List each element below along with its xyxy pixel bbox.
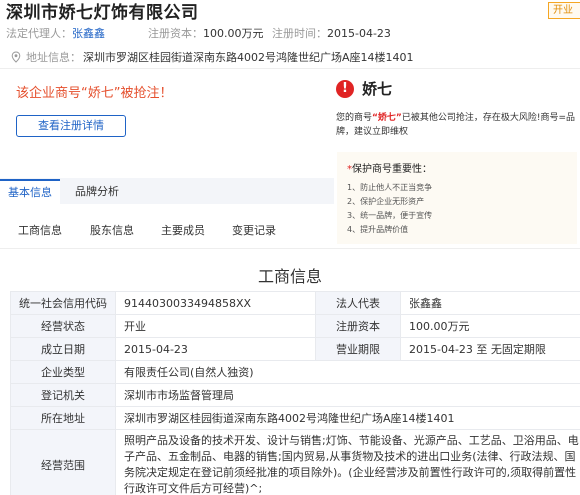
address-row: 地址信息： 深圳市罗湖区桂园街道深南东路4002号鸿隆世纪广场A座14楼1401 [10,49,414,65]
legal-rep-label: 法定代理人： [6,27,72,40]
subtab-divider [0,248,580,249]
alert-desc-prefix: 您的商号 [336,113,373,123]
table-row: 经营范围 照明产品及设备的技术开发、设计与销售;灯饰、节能设备、光源产品、工艺品… [10,429,580,495]
date-label: 注册时间： [272,27,327,40]
alert-trade-name: 娇七 [362,80,393,98]
protect-item: 4、提升品牌价值 [347,225,409,234]
protect-item: 3、统一品牌，便于宣传 [347,211,433,220]
protect-title: *保护商号重要性： [347,164,432,175]
section-title: 工商信息 [257,267,322,286]
protect-item: 1、防止他人不正当竞争 [347,183,433,192]
status-value: 开业 [115,314,316,338]
scope-label: 经营范围 [10,429,116,495]
capital-cell-label: 注册资本 [315,314,401,338]
table-row: 统一社会信用代码 914403003349485​8XX 法人代表 张鑫鑫 [10,291,580,315]
status-label: 经营状态 [10,314,116,338]
term-label: 营业期限 [315,337,401,361]
trademark-alert: ! 娇七 您的商号“娇七”已被其他公司抢注，存在极大风险!商号=品牌，建议立即维… [336,78,580,139]
scope-value: 照明产品及设备的技术开发、设计与销售;灯饰、节能设备、光源产品、工艺品、卫浴用品… [115,429,580,495]
credit-code-label: 统一社会信用代码 [10,291,116,315]
type-label: 企业类型 [10,360,116,384]
protect-item: 2、保护企业无形资产 [347,197,425,206]
address-label: 地址信息： [26,51,81,64]
address-value: 深圳市罗湖区桂园街道深南东路4002号鸿隆世纪广场A座14楼1401 [83,51,414,64]
exclamation-icon: ! [336,79,354,98]
table-row: 经营状态 开业 注册资本 100.00万元 [10,314,580,338]
authority-label: 登记机关 [10,383,116,407]
date-value: 2015-04-23 [327,27,391,40]
legal-rep-meta: 法定代理人：张鑫鑫 [6,25,105,41]
term-value: 2015-04-23 至 无固定期限 [400,337,580,361]
authority-value: 深圳市市场监督管理局 [115,383,580,407]
trademark-warning: 该企业商号“娇七”被抢注！ [16,86,173,101]
address-cell-label: 所在地址 [10,406,116,430]
capital-cell-value: 100.00万元 [400,314,580,338]
table-row: 企业类型 有限责任公司(自然人独资) [10,360,580,384]
type-value: 有限责任公司(自然人独资) [115,360,580,384]
capital-meta: 注册资本：100.00万元 [148,25,264,41]
tab-brand-analysis[interactable]: 品牌分析 [66,179,128,204]
subtab-shareholders[interactable]: 股东信息 [90,222,134,238]
date-meta: 注册时间：2015-04-23 [272,25,391,41]
table-row: 登记机关 深圳市市场监督管理局 [10,383,580,407]
company-name: 深圳市娇七灯饰有限公司 [6,3,199,23]
alert-description: 您的商号“娇七”已被其他公司抢注，存在极大风险!商号=品牌，建议立即维权 [336,111,576,139]
table-row: 成立日期 2015-04-23 营业期限 2015-04-23 至 无固定期限 [10,337,580,361]
protect-trademark-panel: *保护商号重要性： 1、防止他人不正当竞争 2、保护企业无形资产 3、统一品牌，… [337,152,577,244]
status-badge: 开业 [548,2,580,19]
legal-rep-cell-value: 张鑫鑫 [400,291,580,315]
credit-code-value: 914403003349485​8XX [115,291,316,315]
legal-rep-link[interactable]: 张鑫鑫 [72,27,105,40]
subtab-change-records[interactable]: 变更记录 [232,222,276,238]
subtab-key-members[interactable]: 主要成员 [161,222,205,238]
capital-value: 100.00万元 [203,27,264,40]
table-row: 所在地址 深圳市罗湖区桂园街道深南东路4002号鸿隆世纪广场A座14楼1401 [10,406,580,430]
view-registration-details-button[interactable]: 查看注册详情 [16,115,126,137]
tab-basic-info[interactable]: 基本信息 [0,179,60,204]
address-cell-value: 深圳市罗湖区桂园街道深南东路4002号鸿隆世纪广场A座14楼1401 [115,406,580,430]
header-divider [0,68,580,69]
founded-label: 成立日期 [10,337,116,361]
business-info-table: 统一社会信用代码 914403003349485​8XX 法人代表 张鑫鑫 经营… [10,291,580,495]
protect-title-text: 保护商号重要性： [352,164,432,175]
alert-desc-highlight: “娇七” [372,113,402,123]
location-pin-icon [11,51,21,63]
founded-value: 2015-04-23 [115,337,316,361]
legal-rep-cell-label: 法人代表 [315,291,401,315]
capital-label: 注册资本： [148,27,203,40]
subtab-business-info[interactable]: 工商信息 [18,222,62,238]
